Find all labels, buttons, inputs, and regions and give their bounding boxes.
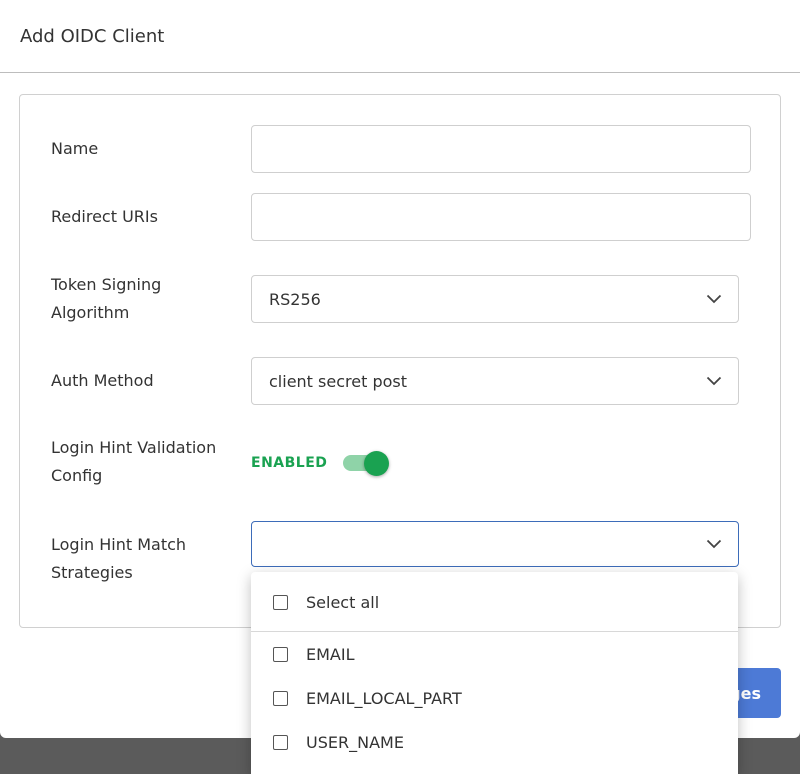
select-all-option[interactable]: Select all [251, 582, 738, 622]
dialog-title: Add OIDC Client [20, 25, 165, 47]
option-label: EMAIL_LOCAL_PART [306, 688, 462, 708]
option-email-local-part[interactable]: EMAIL_LOCAL_PART [251, 678, 738, 718]
redirect-uris-label: Redirect URIs [51, 207, 158, 226]
select-all-label: Select all [306, 592, 380, 612]
checkbox-icon[interactable] [273, 690, 288, 706]
option-email[interactable]: EMAIL [251, 634, 738, 674]
option-label: USER_NAME [306, 732, 404, 752]
form-card: Name Redirect URIs Token Signing Algorit… [19, 94, 781, 628]
token-signing-algorithm-select[interactable]: RS256 [251, 275, 739, 323]
login-hint-match-strategies-select[interactable] [251, 521, 739, 567]
option-user-name[interactable]: USER_NAME [251, 722, 738, 762]
name-input[interactable] [251, 125, 751, 173]
option-label: EMAIL [306, 644, 355, 664]
login-hint-validation-toggle-group: ENABLED [251, 448, 390, 478]
toggle-knob[interactable] [364, 451, 390, 476]
login-hint-validation-toggle[interactable] [343, 451, 390, 476]
login-hint-match-strategies-label: Login Hint Match Strategies [51, 535, 187, 582]
token-signing-algorithm-label: Token Signing Algorithm [51, 275, 162, 322]
checkbox-icon[interactable] [273, 594, 288, 610]
checkbox-icon[interactable] [273, 734, 288, 750]
dropdown-divider [251, 631, 738, 632]
redirect-uris-input[interactable] [251, 193, 751, 241]
token-signing-algorithm-value: RS256 [269, 289, 321, 309]
login-hint-validation-label: Login Hint Validation Config [51, 438, 217, 485]
match-strategies-dropdown: Select all EMAIL EMAIL_LOCAL_PART USER_N… [251, 572, 738, 774]
dialog-header: Add OIDC Client [0, 0, 800, 73]
auth-method-value: client secret post [269, 371, 407, 391]
auth-method-label: Auth Method [51, 371, 154, 390]
checkbox-icon[interactable] [273, 646, 288, 662]
chevron-down-icon [706, 294, 722, 304]
name-label: Name [51, 139, 99, 158]
toggle-state-label: ENABLED [251, 455, 328, 471]
auth-method-select[interactable]: client secret post [251, 357, 739, 405]
chevron-down-icon [706, 376, 722, 386]
chevron-down-icon [706, 539, 722, 549]
